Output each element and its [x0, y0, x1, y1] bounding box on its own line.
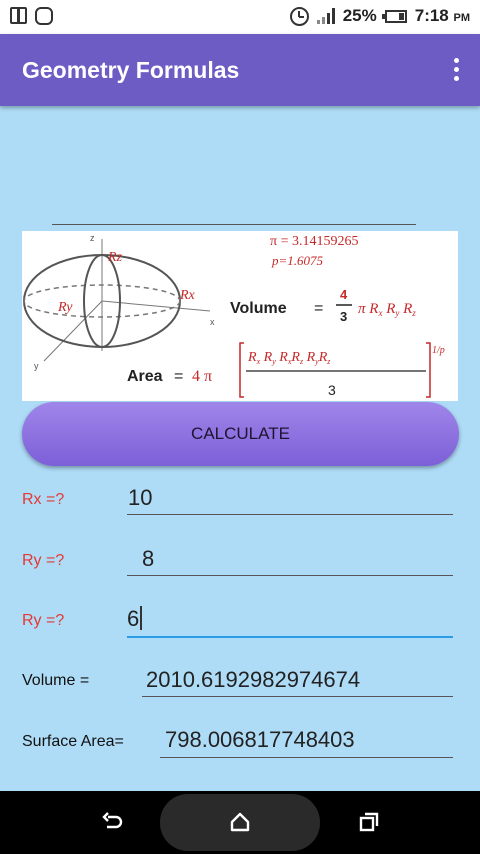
svg-text:3: 3: [328, 382, 336, 398]
volume-result[interactable]: 2010.6192982974674: [146, 667, 360, 693]
svg-text:1/p: 1/p: [432, 345, 445, 356]
app-title: Geometry Formulas: [22, 57, 240, 83]
status-time: 7:18 PM: [414, 6, 470, 25]
rx-underline: [127, 514, 453, 515]
ry-label: Ry =?: [22, 552, 65, 569]
svg-text:4 π: 4 π: [192, 368, 212, 385]
svg-text:Volume: Volume: [230, 300, 287, 317]
top-divider: [52, 224, 416, 225]
svg-text:3: 3: [340, 309, 347, 324]
home-icon[interactable]: [229, 811, 251, 833]
surface-area-label: Surface Area=: [22, 733, 124, 750]
svg-text:Rx: Rx: [179, 288, 196, 303]
calculate-button[interactable]: CALCULATE: [22, 402, 459, 466]
svg-text:z: z: [90, 233, 95, 243]
ellipsoid-formula-image: z x y Rz Rx Ry π = 3.14159265 p=1.6075 V…: [22, 231, 458, 401]
svg-text:y: y: [34, 361, 39, 371]
volume-underline: [142, 696, 453, 697]
ry-input[interactable]: 8: [142, 546, 154, 572]
svg-text:π = 3.14159265: π = 3.14159265: [270, 234, 358, 249]
ellipsoid-diagram: z x y Rz Rx Ry π = 3.14159265 p=1.6075 V…: [23, 233, 445, 398]
rx-input[interactable]: 10: [128, 485, 152, 511]
notification-app-icon: [10, 7, 27, 24]
svg-text:Area: Area: [127, 368, 163, 385]
status-bar: 25% 7:18 PM: [0, 0, 480, 34]
notification-circle-icon: [35, 7, 53, 25]
signal-icon: [316, 8, 335, 24]
svg-text:=: =: [314, 300, 323, 317]
app-bar: Geometry Formulas: [0, 34, 480, 106]
svg-text:π Rx Ry Rz: π Rx Ry Rz: [358, 301, 416, 318]
alarm-icon: [289, 6, 309, 26]
svg-text:Rz: Rz: [107, 250, 123, 265]
navigation-bar: [0, 791, 480, 854]
svg-text:Rx Ry RxRz RyRz: Rx Ry RxRz RyRz: [247, 350, 331, 366]
more-vert-icon[interactable]: [452, 58, 460, 84]
rx-label: Rx =?: [22, 491, 65, 508]
rz-label: Ry =?: [22, 612, 65, 629]
svg-text:p=1.6075: p=1.6075: [271, 253, 324, 268]
recents-icon[interactable]: [358, 811, 380, 833]
rz-underline: [127, 636, 453, 638]
back-icon[interactable]: [102, 811, 124, 833]
svg-text:Ry: Ry: [57, 300, 73, 315]
svg-text:x: x: [210, 317, 215, 327]
battery-percent: 25%: [342, 6, 377, 25]
ry-underline: [127, 575, 453, 576]
rz-input[interactable]: 6: [127, 606, 143, 632]
surface-area-result[interactable]: 798.006817748403: [165, 727, 355, 753]
battery-icon: [381, 9, 407, 23]
volume-label: Volume =: [22, 672, 90, 689]
surface-area-underline: [160, 757, 453, 758]
svg-text:4: 4: [340, 287, 348, 302]
text-cursor: [140, 606, 143, 630]
svg-text:=: =: [174, 368, 183, 385]
